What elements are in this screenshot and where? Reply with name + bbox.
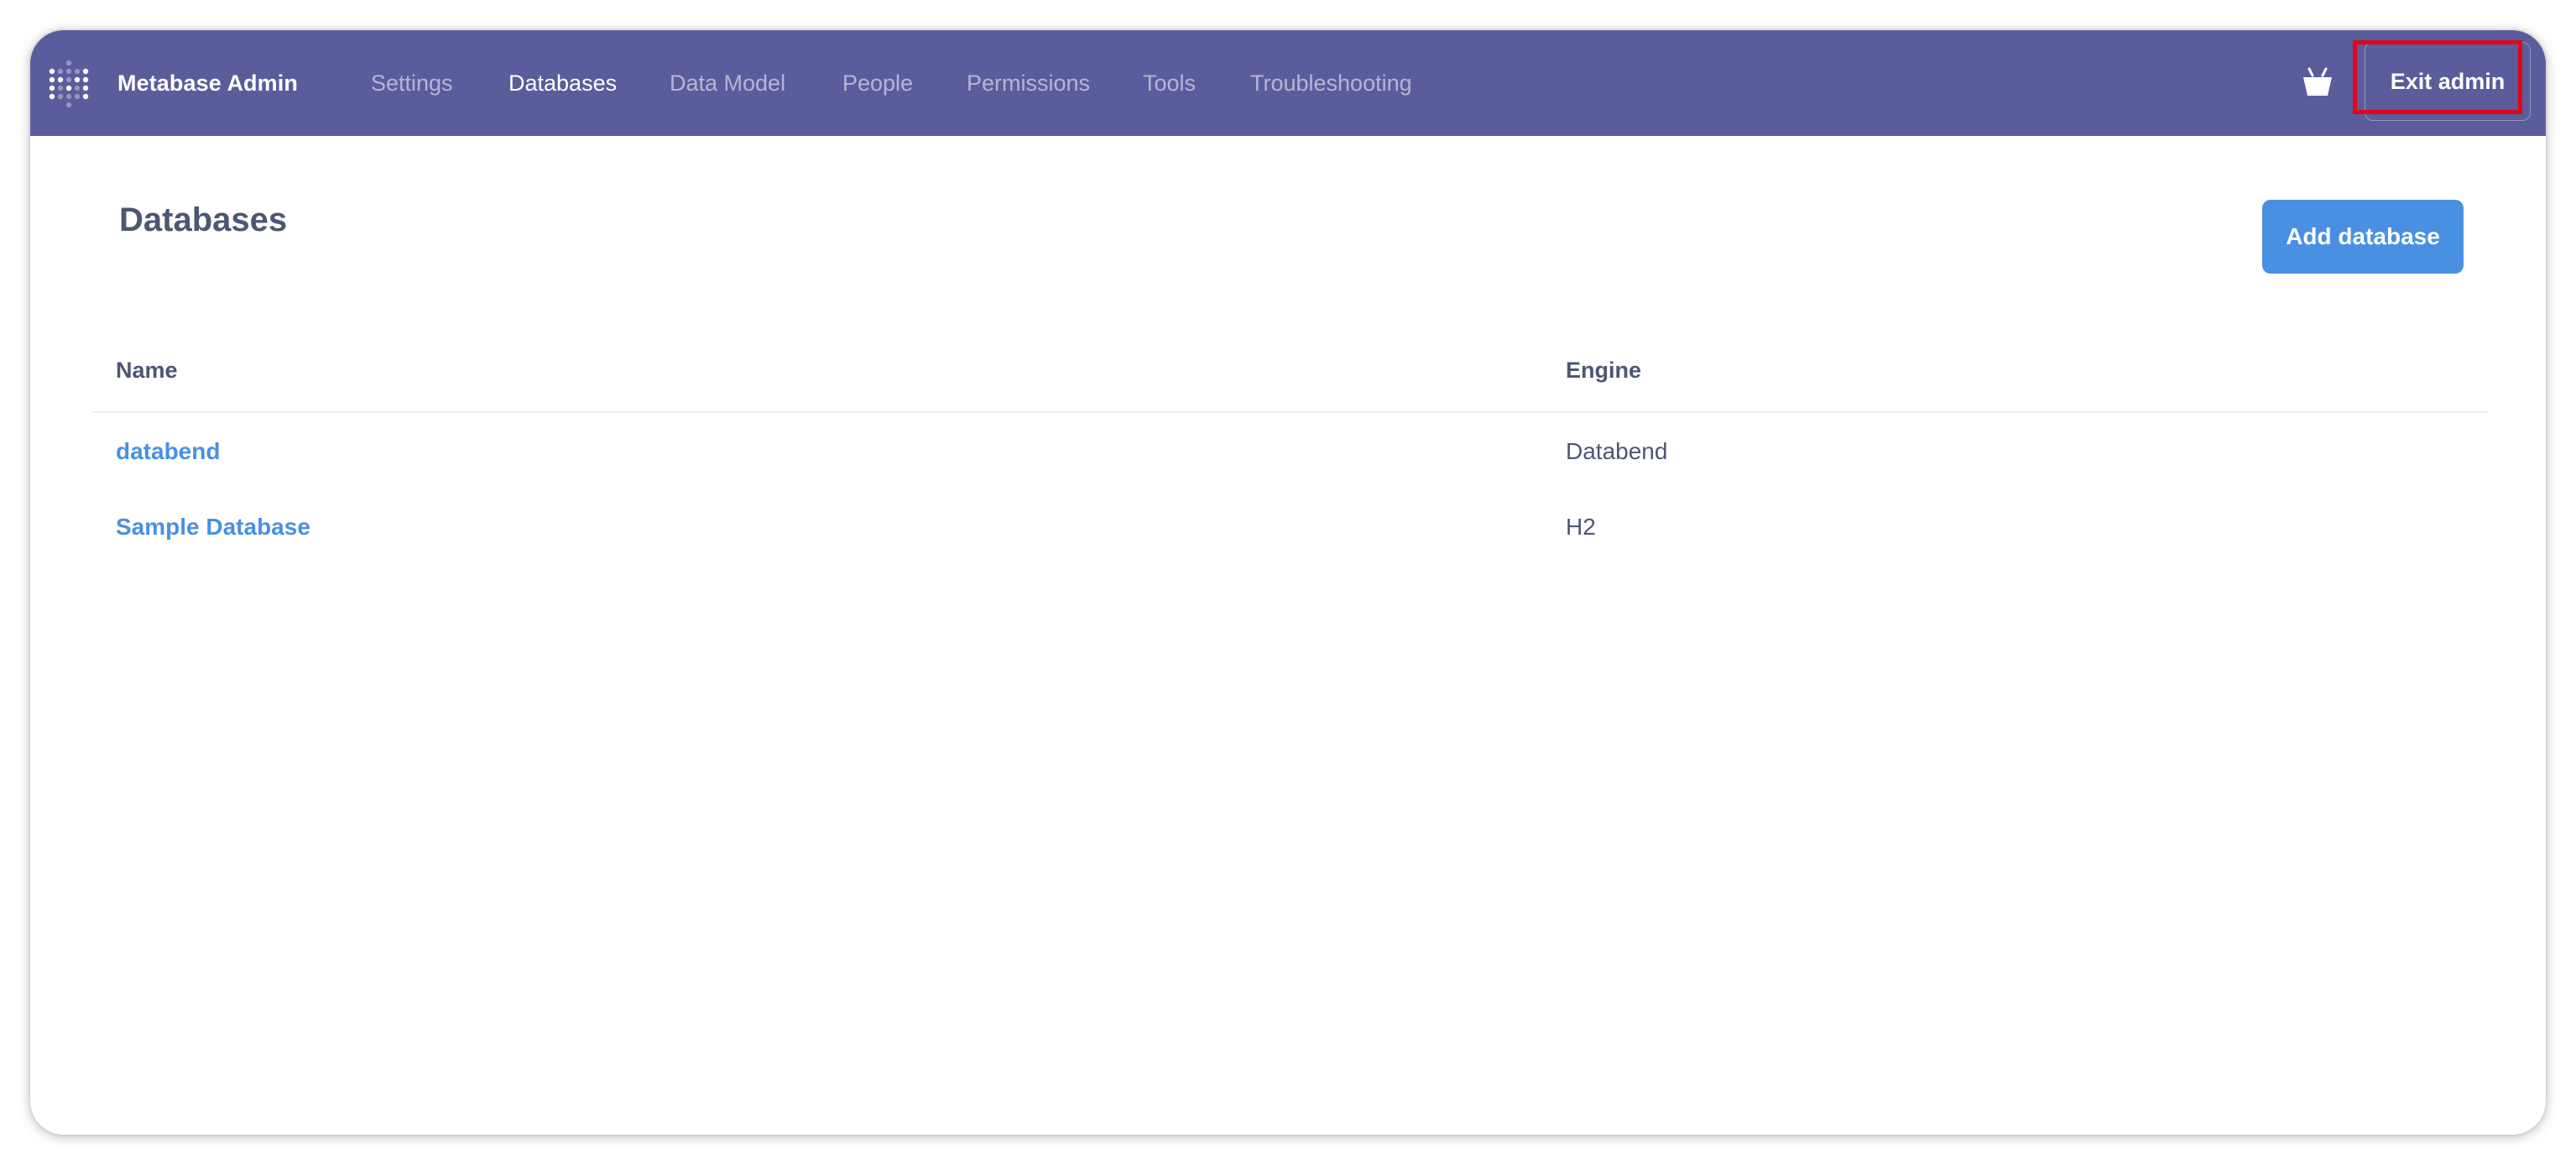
metabase-logo-icon[interactable] (49, 55, 92, 111)
nav-link-databases[interactable]: Databases (508, 71, 617, 97)
admin-navbar: Metabase Admin Settings Databases Data M… (30, 30, 2546, 136)
nav-link-permissions[interactable]: Permissions (967, 71, 1090, 97)
database-engine: H2 (1566, 514, 1596, 540)
nav-link-settings[interactable]: Settings (371, 71, 455, 97)
admin-nav-links: Settings Databases Data Model People Per… (371, 30, 1416, 136)
nav-link-people[interactable]: People (842, 71, 913, 97)
add-database-button[interactable]: Add database (2262, 200, 2464, 274)
table-header: Name Engine (92, 349, 2489, 413)
store-basket-icon[interactable] (2301, 65, 2334, 99)
column-header-engine: Engine (1566, 358, 1642, 383)
exit-admin-button[interactable]: Exit admin (2365, 42, 2531, 121)
table-row: Sample Database H2 (92, 488, 2489, 564)
database-name-link[interactable]: Sample Database (116, 514, 310, 541)
table-row: databend Databend (92, 413, 2489, 488)
nav-link-tools[interactable]: Tools (1143, 71, 1197, 97)
nav-link-troubleshooting[interactable]: Troubleshooting (1250, 71, 1416, 97)
column-header-name: Name (116, 358, 178, 383)
database-engine: Databend (1566, 438, 1668, 464)
brand-title: Metabase Admin (117, 71, 298, 96)
app-window: Metabase Admin Settings Databases Data M… (30, 30, 2546, 1135)
page-title: Databases (119, 201, 288, 238)
databases-table: Name Engine databend Databend Sample Dat… (92, 349, 2489, 564)
nav-link-data-model[interactable]: Data Model (670, 71, 789, 97)
database-name-link[interactable]: databend (116, 438, 220, 465)
